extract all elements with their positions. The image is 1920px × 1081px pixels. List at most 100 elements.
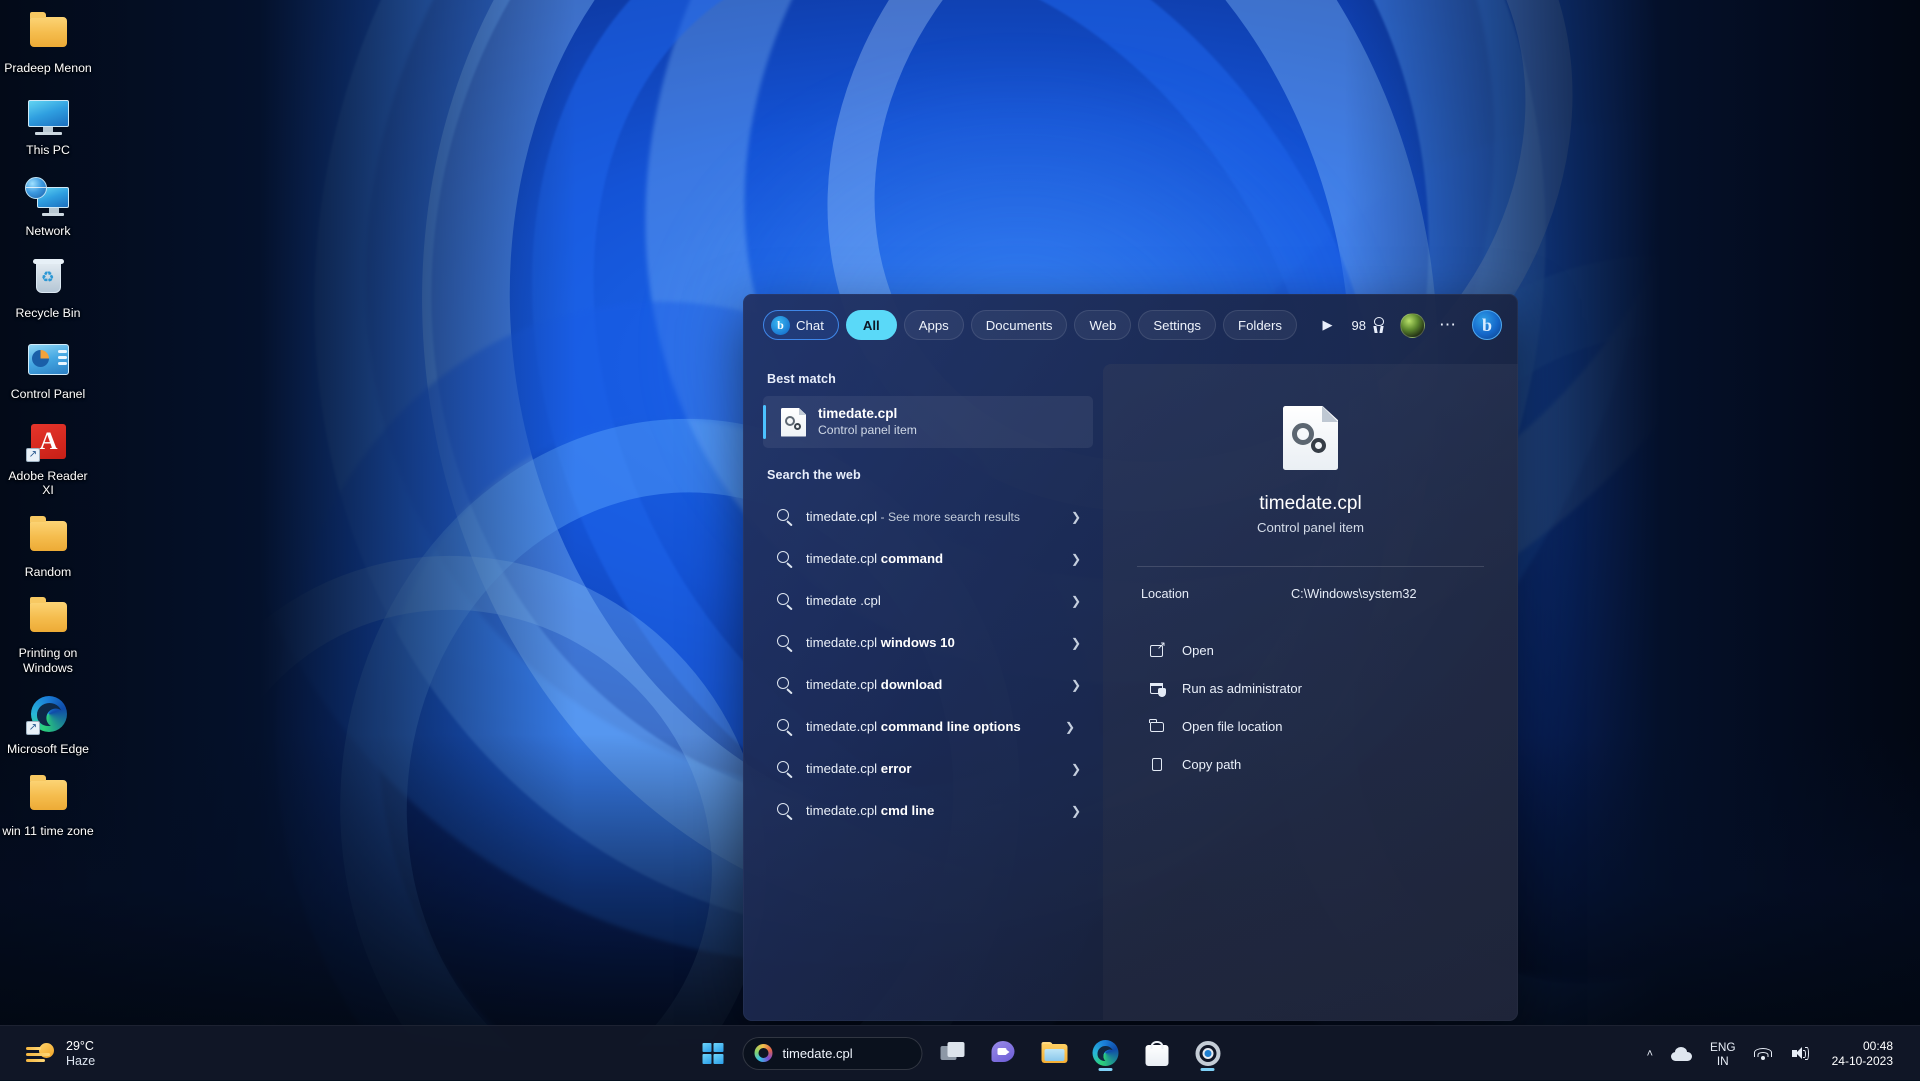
desktop-icon-printing-on-windows[interactable]: Printing on Windows <box>0 591 96 679</box>
folder-icon <box>24 516 72 560</box>
desktop-icon-recycle-bin[interactable]: ♻ Recycle Bin <box>0 251 96 325</box>
web-suggestion-row[interactable]: timedate .cpl ❯ <box>763 580 1093 622</box>
search-results-body: Best match timedate.cpl Control panel it… <box>743 356 1518 1021</box>
web-suggestion-row[interactable]: timedate.cpl cmd line ❯ <box>763 790 1093 832</box>
teams-chat-icon <box>991 1041 1016 1065</box>
bing-search-icon <box>755 1044 773 1062</box>
rewards-medal-icon <box>1371 317 1386 334</box>
taskbar-search-input[interactable]: timedate.cpl <box>743 1037 923 1070</box>
ellipsis-icon[interactable]: ⋯ <box>1435 312 1461 338</box>
web-suggestion-text: timedate.cpl command line options <box>806 718 1052 736</box>
clock-text: 00:48 24-10-2023 <box>1828 1039 1901 1069</box>
desktop-icon-label: win 11 time zone <box>2 824 93 839</box>
language-primary: ENG <box>1710 1040 1736 1054</box>
network-button[interactable] <box>1747 1032 1780 1076</box>
filter-pill-settings[interactable]: Settings <box>1138 310 1216 340</box>
bing-icon[interactable]: b <box>1472 310 1502 340</box>
taskbar-app-microsoft-store[interactable] <box>1136 1032 1178 1074</box>
preview-divider <box>1137 566 1484 567</box>
edge-icon <box>1093 1040 1119 1066</box>
action-open-file-location[interactable]: Open file location <box>1139 710 1482 743</box>
search-icon <box>777 551 793 567</box>
filter-pill-label: Documents <box>986 318 1053 333</box>
desktop-icon-random[interactable]: Random <box>0 510 96 584</box>
filter-pill-chat[interactable]: b Chat <box>763 310 839 340</box>
clock-time: 00:48 <box>1863 1039 1893 1054</box>
chevron-right-icon: ❯ <box>1071 762 1083 776</box>
desktop-icon-pradeep-menon[interactable]: Pradeep Menon <box>0 6 96 80</box>
preview-action-list: ↗ Open Run as administrator Open file lo… <box>1137 634 1484 781</box>
filter-pill-all[interactable]: All <box>846 310 897 340</box>
taskbar-search-value: timedate.cpl <box>783 1046 853 1061</box>
desktop-icon-control-panel[interactable]: Control Panel <box>0 332 96 406</box>
web-suggestion-row[interactable]: timedate.cpl download ❯ <box>763 664 1093 706</box>
search-icon <box>777 677 793 693</box>
preview-pane: timedate.cpl Control panel item Location… <box>1103 364 1518 1021</box>
web-suggestion-list: timedate.cpl - See more search results ❯… <box>763 496 1093 832</box>
web-suggestion-text: timedate.cpl download <box>806 676 1058 694</box>
filter-pill-documents[interactable]: Documents <box>971 310 1068 340</box>
start-button[interactable] <box>692 1032 734 1074</box>
filter-pill-folders[interactable]: Folders <box>1223 310 1297 340</box>
edge-icon: ↗ <box>24 693 72 737</box>
filter-pill-web[interactable]: Web <box>1074 310 1131 340</box>
user-avatar[interactable] <box>1400 313 1425 338</box>
web-suggestion-row[interactable]: timedate.cpl error ❯ <box>763 748 1093 790</box>
show-hidden-icons-button[interactable]: ˄ <box>1640 1032 1660 1076</box>
taskbar-weather-widget[interactable]: 29°C Haze <box>14 1026 107 1081</box>
cpl-file-icon <box>781 408 806 437</box>
desktop-icon-adobe-reader[interactable]: A ↗ Adobe Reader XI <box>0 414 96 502</box>
web-suggestion-row[interactable]: timedate.cpl command line options ❯ <box>763 706 1093 748</box>
chevron-right-icon: ❯ <box>1071 804 1083 818</box>
taskbar-app-file-explorer[interactable] <box>1034 1032 1076 1074</box>
web-suggestion-row[interactable]: timedate.cpl windows 10 ❯ <box>763 622 1093 664</box>
results-pane: Best match timedate.cpl Control panel it… <box>743 356 1103 1021</box>
microsoft-store-icon <box>1145 1041 1168 1066</box>
action-open[interactable]: ↗ Open <box>1139 634 1482 667</box>
haze-icon <box>26 1041 56 1067</box>
cpl-file-icon-large <box>1283 406 1338 470</box>
folder-icon <box>24 597 72 641</box>
taskbar-app-microsoft-edge[interactable] <box>1085 1032 1127 1074</box>
action-label: Run as administrator <box>1182 681 1302 696</box>
volume-button[interactable] <box>1784 1032 1817 1076</box>
weather-condition: Haze <box>66 1054 95 1069</box>
filter-pill-label: Apps <box>919 318 949 333</box>
best-match-text: timedate.cpl Control panel item <box>818 406 917 438</box>
this-pc-icon <box>24 94 72 138</box>
onedrive-tray-button[interactable] <box>1664 1032 1699 1076</box>
best-match-title: timedate.cpl <box>818 406 917 422</box>
taskbar-app-chat[interactable] <box>983 1032 1025 1074</box>
best-match-result-timedate-cpl[interactable]: timedate.cpl Control panel item <box>763 396 1093 448</box>
action-copy-path[interactable]: Copy path <box>1139 748 1482 781</box>
web-suggestion-row[interactable]: timedate.cpl command ❯ <box>763 538 1093 580</box>
language-indicator[interactable]: ENG IN <box>1703 1032 1743 1076</box>
taskbar-app-task-view[interactable] <box>932 1032 974 1074</box>
clock-button[interactable]: 00:48 24-10-2023 <box>1821 1032 1908 1076</box>
filter-pill-label: Web <box>1089 318 1116 333</box>
desktop-icon-this-pc[interactable]: This PC <box>0 88 96 162</box>
play-icon[interactable]: ▶ <box>1315 312 1341 338</box>
action-label: Copy path <box>1182 757 1241 772</box>
action-run-as-administrator[interactable]: Run as administrator <box>1139 672 1482 705</box>
desktop-icon-win-11-time-zone[interactable]: win 11 time zone <box>0 769 96 843</box>
desktop-icon-network[interactable]: Network <box>0 169 96 243</box>
web-suggestion-row[interactable]: timedate.cpl - See more search results ❯ <box>763 496 1093 538</box>
desktop-icon-label: Control Panel <box>11 387 86 402</box>
desktop-icon-microsoft-edge[interactable]: ↗ Microsoft Edge <box>0 687 96 761</box>
copy-path-icon <box>1149 756 1166 773</box>
shortcut-arrow-icon: ↗ <box>26 721 40 735</box>
preview-location-row: Location C:\Windows\system32 <box>1137 587 1484 601</box>
desktop-icon-label: Pradeep Menon <box>4 61 92 76</box>
task-view-icon <box>940 1042 965 1064</box>
control-panel-icon <box>24 338 72 382</box>
windows-logo-icon <box>702 1043 723 1064</box>
taskbar-app-settings[interactable] <box>1187 1032 1229 1074</box>
filter-pill-apps[interactable]: Apps <box>904 310 964 340</box>
rewards-points-button[interactable]: 98 <box>1348 317 1390 334</box>
search-icon <box>777 761 793 777</box>
filter-pill-label: All <box>863 318 880 333</box>
preview-title: timedate.cpl <box>1259 492 1361 515</box>
desktop-icon-label: Recycle Bin <box>16 306 81 321</box>
search-flyout-panel: b Chat All Apps Documents Web Settings F… <box>743 294 1518 1021</box>
